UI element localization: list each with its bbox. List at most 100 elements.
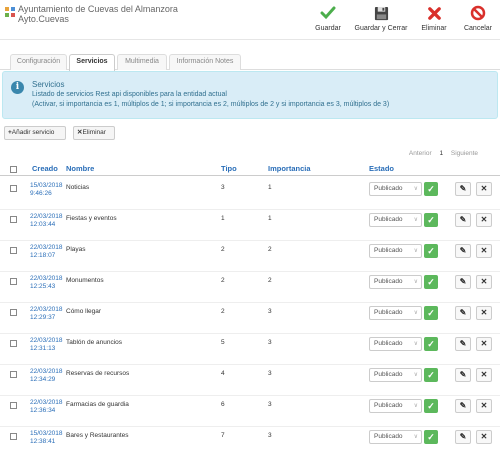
row-delete-button[interactable]: ✕ xyxy=(476,368,492,382)
tab-servicios[interactable]: Servicios xyxy=(69,54,115,71)
row-edit-button[interactable]: ✎ xyxy=(455,368,471,382)
row-confirm-button[interactable]: ✓ xyxy=(424,213,438,227)
row-created[interactable]: 22/03/2018 12:34:29 xyxy=(30,368,63,384)
row-checkbox[interactable] xyxy=(10,278,17,285)
row-edit-button[interactable]: ✎ xyxy=(455,337,471,351)
row-estado-select[interactable]: Publicado ∨ xyxy=(369,399,422,413)
row-created-date[interactable]: 22/03/2018 xyxy=(30,337,63,345)
row-created[interactable]: 22/03/2018 12:36:34 xyxy=(30,399,63,415)
row-estado-select[interactable]: Publicado ∨ xyxy=(369,275,422,289)
row-created-time[interactable]: 12:36:34 xyxy=(30,407,63,415)
row-delete-button[interactable]: ✕ xyxy=(476,337,492,351)
row-edit-button[interactable]: ✎ xyxy=(455,430,471,444)
save-and-close-button[interactable]: Guardar y Cerrar xyxy=(352,3,410,32)
row-created-date[interactable]: 22/03/2018 xyxy=(30,213,63,221)
row-delete-button[interactable]: ✕ xyxy=(476,399,492,413)
header-creado[interactable]: Creado xyxy=(32,164,58,173)
row-created-date[interactable]: 22/03/2018 xyxy=(30,244,63,252)
row-estado-select[interactable]: Publicado ∨ xyxy=(369,213,422,227)
row-confirm-button[interactable]: ✓ xyxy=(424,368,438,382)
row-created[interactable]: 22/03/2018 12:03:44 xyxy=(30,213,63,229)
header-nombre[interactable]: Nombre xyxy=(66,164,94,173)
row-created-date[interactable]: 22/03/2018 xyxy=(30,399,63,407)
row-edit-button[interactable]: ✎ xyxy=(455,244,471,258)
row-created-date[interactable]: 15/03/2018 xyxy=(30,430,63,438)
row-estado-select[interactable]: Publicado ∨ xyxy=(369,244,422,258)
pager-next[interactable]: Siguiente xyxy=(451,150,478,157)
table-row: 15/03/2018 12:38:41 Bares y Restaurantes 7 3… xyxy=(0,427,500,451)
row-created-date[interactable]: 22/03/2018 xyxy=(30,368,63,376)
row-estado-select[interactable]: Publicado ∨ xyxy=(369,306,422,320)
row-created[interactable]: 22/03/2018 12:31:13 xyxy=(30,337,63,353)
row-created-time[interactable]: 12:18:07 xyxy=(30,252,63,260)
save-button[interactable]: Guardar xyxy=(308,3,348,32)
header-importancia[interactable]: Importancia xyxy=(268,164,311,173)
row-delete-button[interactable]: ✕ xyxy=(476,213,492,227)
header-estado[interactable]: Estado xyxy=(369,164,394,173)
header-tipo[interactable]: Tipo xyxy=(221,164,237,173)
tab-configuracion[interactable]: Configuración xyxy=(10,54,67,70)
row-edit-button[interactable]: ✎ xyxy=(455,182,471,196)
row-edit-button[interactable]: ✎ xyxy=(455,306,471,320)
tab-bar: Configuración Servicios Multimedia Infor… xyxy=(0,52,500,71)
cancel-button[interactable]: Cancelar xyxy=(458,3,498,32)
row-delete-button[interactable]: ✕ xyxy=(476,306,492,320)
row-checkbox[interactable] xyxy=(10,247,17,254)
row-estado-select[interactable]: Publicado ∨ xyxy=(369,368,422,382)
row-checkbox[interactable] xyxy=(10,216,17,223)
row-created[interactable]: 15/03/2018 12:38:41 xyxy=(30,430,63,446)
row-estado-select[interactable]: Publicado ∨ xyxy=(369,337,422,351)
row-checkbox[interactable] xyxy=(10,433,17,440)
row-edit-button[interactable]: ✎ xyxy=(455,399,471,413)
row-confirm-button[interactable]: ✓ xyxy=(424,244,438,258)
row-checkbox[interactable] xyxy=(10,185,17,192)
row-confirm-button[interactable]: ✓ xyxy=(424,337,438,351)
row-created-time[interactable]: 9:46:26 xyxy=(30,190,63,198)
row-delete-button[interactable]: ✕ xyxy=(476,430,492,444)
row-edit-button[interactable]: ✎ xyxy=(455,275,471,289)
row-created[interactable]: 22/03/2018 12:25:43 xyxy=(30,275,63,291)
row-created-time[interactable]: 12:34:29 xyxy=(30,376,63,384)
row-confirm-button[interactable]: ✓ xyxy=(424,306,438,320)
info-instructions: (Activar, si importancia es 1, múltiplos… xyxy=(32,101,390,108)
row-checkbox[interactable] xyxy=(10,371,17,378)
checkmark-icon: ✓ xyxy=(427,308,435,318)
pager-prev[interactable]: Anterior xyxy=(409,150,432,157)
checkmark-icon: ✓ xyxy=(427,370,435,380)
add-service-button[interactable]: +Añadir servicio xyxy=(4,126,66,140)
pager-current-page[interactable]: 1 xyxy=(439,150,443,157)
row-created-time[interactable]: 12:25:43 xyxy=(30,283,63,291)
delete-selected-button[interactable]: ✕Eliminar xyxy=(73,126,115,140)
row-created-time[interactable]: 12:29:37 xyxy=(30,314,63,322)
row-created-time[interactable]: 12:03:44 xyxy=(30,221,63,229)
row-delete-button[interactable]: ✕ xyxy=(476,182,492,196)
row-checkbox[interactable] xyxy=(10,309,17,316)
row-created[interactable]: 15/03/2018 9:46:26 xyxy=(30,182,63,198)
edit-icon: ✎ xyxy=(459,184,467,193)
row-created-date[interactable]: 15/03/2018 xyxy=(30,182,63,190)
row-created[interactable]: 22/03/2018 12:18:07 xyxy=(30,244,63,260)
row-estado-select[interactable]: Publicado ∨ xyxy=(369,182,422,196)
row-created-date[interactable]: 22/03/2018 xyxy=(30,306,63,314)
row-delete-button[interactable]: ✕ xyxy=(476,244,492,258)
row-delete-button[interactable]: ✕ xyxy=(476,275,492,289)
tab-multimedia[interactable]: Multimedia xyxy=(117,54,167,70)
row-tipo: 1 xyxy=(221,215,225,222)
tab-informacion-notes[interactable]: Información Notes xyxy=(169,54,241,70)
row-confirm-button[interactable]: ✓ xyxy=(424,430,438,444)
row-checkbox[interactable] xyxy=(10,340,17,347)
row-confirm-button[interactable]: ✓ xyxy=(424,182,438,196)
delete-label: Eliminar xyxy=(421,25,447,32)
delete-button[interactable]: Eliminar xyxy=(414,3,454,32)
row-created-date[interactable]: 22/03/2018 xyxy=(30,275,63,283)
row-created-time[interactable]: 12:38:41 xyxy=(30,438,63,446)
row-confirm-button[interactable]: ✓ xyxy=(424,399,438,413)
row-estado-select[interactable]: Publicado ∨ xyxy=(369,430,422,444)
row-created[interactable]: 22/03/2018 12:29:37 xyxy=(30,306,63,322)
row-edit-button[interactable]: ✎ xyxy=(455,213,471,227)
row-checkbox[interactable] xyxy=(10,402,17,409)
select-all-checkbox[interactable] xyxy=(10,166,17,173)
chevron-down-icon: ∨ xyxy=(413,341,418,347)
row-confirm-button[interactable]: ✓ xyxy=(424,275,438,289)
row-created-time[interactable]: 12:31:13 xyxy=(30,345,63,353)
